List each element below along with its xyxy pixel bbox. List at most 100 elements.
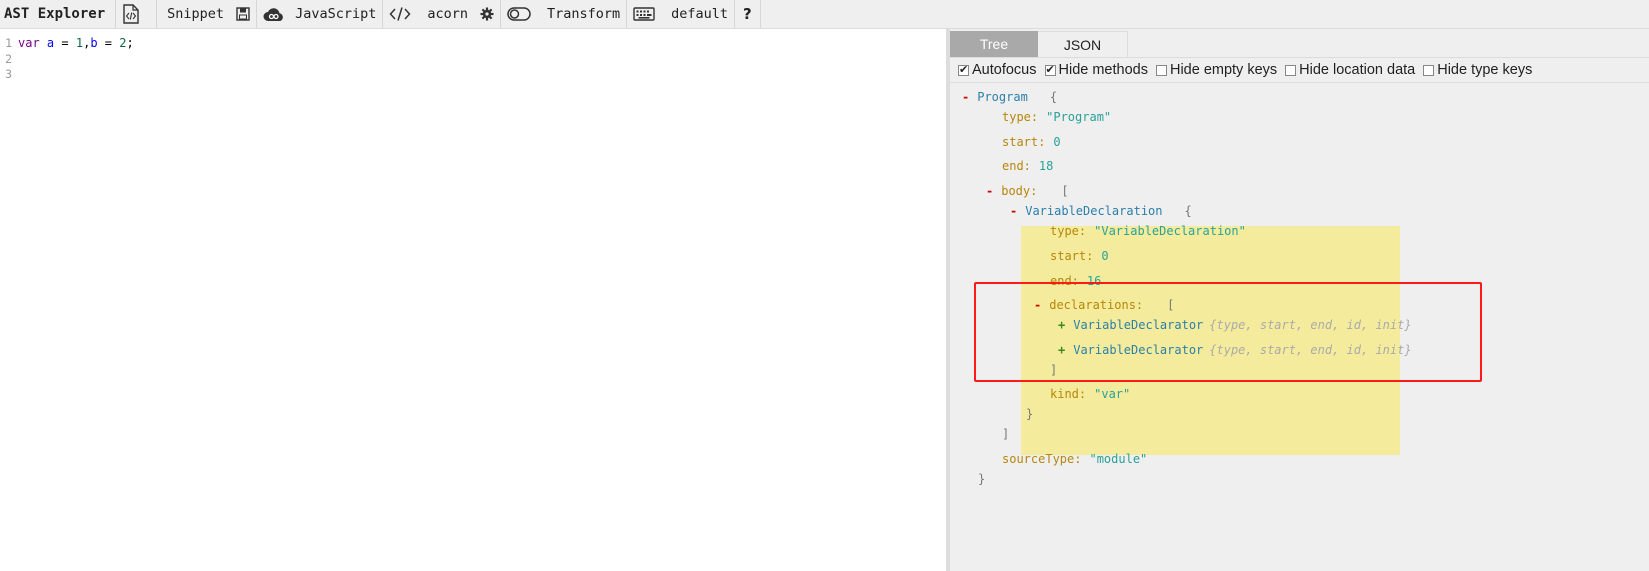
property-start: start: 0 — [1002, 134, 1061, 150]
expand-toggle[interactable]: + — [1058, 343, 1065, 357]
hide-type-keys-checkbox[interactable] — [1423, 64, 1435, 76]
tree-node-variable-declarator[interactable]: + VariableDeclarator {type, start, end, id… — [1058, 342, 1412, 358]
option-autofocus[interactable]: Autofocus — [958, 62, 1037, 78]
option-hide-location-data[interactable]: Hide location data — [1285, 62, 1415, 78]
snippet-menu[interactable]: Snippet — [157, 0, 258, 28]
help-button[interactable]: ? — [735, 0, 761, 28]
toggle-off-icon — [507, 6, 531, 22]
property-source-type: sourceType: "module" — [1002, 451, 1147, 467]
output-tabs: Tree JSON — [950, 31, 1128, 57]
option-hide-methods[interactable]: Hide methods — [1044, 62, 1148, 78]
brace-close: } — [1026, 407, 1034, 421]
option-label: Hide location data — [1299, 62, 1416, 78]
collapse-toggle[interactable]: - — [1010, 204, 1017, 218]
keyboard-icon — [633, 6, 655, 22]
bracket-close: ] — [1050, 363, 1058, 377]
property-key: end: — [1050, 274, 1079, 288]
transform-toggle[interactable]: Transform — [501, 0, 628, 28]
property-value: 0 — [1101, 249, 1109, 263]
hide-location-data-checkbox[interactable] — [1285, 64, 1297, 76]
property-type: type: "Program" — [1002, 109, 1111, 125]
brace-close: } — [1026, 406, 1033, 422]
keymap-label: default — [671, 6, 729, 22]
gear-icon[interactable] — [480, 7, 494, 21]
hide-empty-keys-checkbox[interactable] — [1155, 64, 1167, 76]
property-key: sourceType: — [1002, 452, 1082, 466]
hide-methods-checkbox[interactable] — [1044, 63, 1056, 76]
brace-close: } — [978, 472, 986, 486]
toolbar: AST Explorer Snippet JavaScript acorn Tr… — [0, 0, 1649, 29]
bracket-close: ] — [1002, 427, 1010, 441]
option-label: Hide type keys — [1437, 62, 1533, 78]
line-number: 2 — [5, 51, 12, 66]
language-label: JavaScript — [295, 6, 377, 22]
language-select[interactable]: JavaScript — [257, 0, 384, 28]
property-body[interactable]: - body: [ — [986, 183, 1069, 199]
collapse-toggle[interactable]: - — [1034, 298, 1041, 312]
property-type: type: "VariableDeclaration" — [1050, 223, 1246, 239]
tree-node-program[interactable]: - Program { — [962, 89, 1057, 105]
keyword: var — [18, 36, 40, 50]
node-summary: {type, start, end, id, init} — [1209, 318, 1412, 332]
collapse-toggle[interactable]: - — [986, 184, 993, 198]
line-number: 1 — [5, 36, 12, 50]
app-title: AST Explorer — [0, 0, 117, 28]
file-code-icon — [122, 4, 140, 24]
option-label: Autofocus — [972, 62, 1037, 78]
property-start: start: 0 — [1050, 248, 1109, 264]
node-type-name[interactable]: Program — [977, 90, 1028, 104]
ast-tree: - Program{ type: "Program" start: 0 end: 18 … — [950, 84, 1649, 571]
code-editor[interactable]: 1 var a = 1,b = 2; 2 3 — [0, 30, 946, 571]
brace-open: { — [1049, 90, 1058, 104]
operator: = — [97, 36, 120, 50]
property-key: kind: — [1050, 387, 1087, 401]
code-line: 3 — [0, 67, 946, 83]
property-value: "VariableDeclaration" — [1094, 224, 1246, 238]
collapse-toggle[interactable]: - — [962, 90, 969, 104]
property-key: start: — [1002, 135, 1046, 149]
number-literal: 1 — [75, 36, 84, 50]
bracket-open: [ — [1167, 298, 1175, 312]
property-value: "var" — [1094, 387, 1131, 401]
tab-tree[interactable]: Tree — [950, 31, 1038, 57]
property-declarations[interactable]: - declarations: [ — [1034, 297, 1174, 313]
bracket-close: ] — [1002, 426, 1009, 442]
property-key: type: — [1050, 224, 1087, 238]
property-end: end: 16 — [1050, 273, 1101, 289]
property-key: start: — [1050, 249, 1094, 263]
node-type-name[interactable]: VariableDeclarator — [1073, 343, 1203, 357]
snippet-button[interactable] — [116, 0, 158, 28]
code-line: 1 var a = 1,b = 2; — [0, 36, 946, 52]
tab-json[interactable]: JSON — [1038, 31, 1128, 57]
expand-toggle[interactable]: + — [1058, 318, 1065, 332]
punctuation: ; — [126, 36, 134, 50]
save-icon[interactable] — [236, 7, 250, 21]
property-value: 18 — [1038, 159, 1054, 173]
keymap-select[interactable]: default — [627, 0, 736, 28]
bracket-close: ] — [1050, 362, 1057, 378]
option-hide-empty-keys[interactable]: Hide empty keys — [1155, 62, 1278, 78]
brace-open: { — [1184, 204, 1192, 218]
tree-node-variable-declarator[interactable]: + VariableDeclarator {type, start, end, id… — [1058, 317, 1412, 333]
autofocus-checkbox[interactable] — [958, 63, 969, 76]
option-label: Hide empty keys — [1169, 62, 1278, 78]
brace-close: } — [978, 471, 985, 487]
node-type-name[interactable]: VariableDeclarator — [1073, 318, 1203, 332]
tree-node-variable-declaration[interactable]: - VariableDeclaration { — [1010, 203, 1192, 219]
property-key: declarations: — [1049, 298, 1144, 312]
parser-label: acorn — [427, 6, 468, 22]
output-panel: Tree JSON Autofocus Hide methods Hide em… — [950, 29, 1649, 571]
question-icon: ? — [743, 5, 752, 23]
operator: = — [54, 36, 76, 50]
tree-options: Autofocus Hide methods Hide empty keys H… — [950, 57, 1649, 83]
parser-select[interactable]: acorn — [383, 0, 501, 28]
node-summary: {type, start, end, id, init} — [1209, 343, 1412, 357]
code-line: 2 — [0, 52, 946, 68]
property-value: "module" — [1089, 452, 1148, 466]
property-key: end: — [1002, 159, 1031, 173]
option-label: Hide methods — [1058, 62, 1148, 78]
property-key: body: — [1001, 184, 1038, 198]
property-value: "Program" — [1046, 110, 1112, 124]
node-type-name[interactable]: VariableDeclaration — [1025, 204, 1162, 218]
option-hide-type-keys[interactable]: Hide type keys — [1423, 62, 1532, 78]
